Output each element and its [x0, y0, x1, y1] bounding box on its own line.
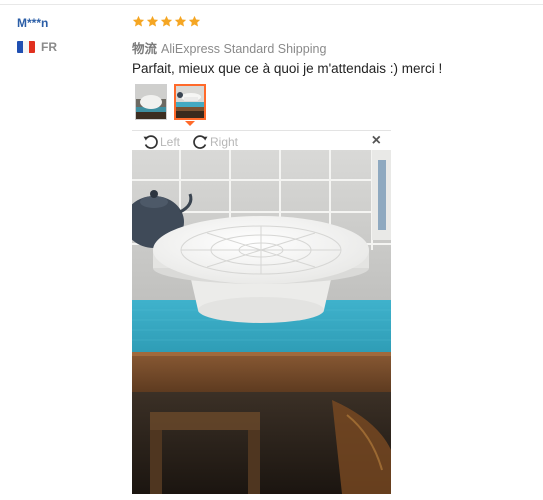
- rotate-right-label: Right: [210, 134, 239, 149]
- cake-turntable-photo: [132, 150, 391, 494]
- shipping-method: AliExpress Standard Shipping: [161, 42, 327, 56]
- review-photo-thumbnail-2[interactable]: [174, 84, 206, 120]
- review-photo-thumbnail-1[interactable]: [135, 84, 167, 120]
- star-icon: [146, 15, 159, 27]
- star-icon: [174, 15, 187, 27]
- top-divider: [0, 4, 543, 5]
- rotate-right-button[interactable]: Right: [192, 133, 238, 150]
- photo-thumbnail-icon: [136, 85, 166, 119]
- country-code: FR: [41, 40, 57, 54]
- star-icon: [188, 15, 201, 27]
- star-icon: [132, 15, 145, 27]
- rotate-right-icon: [193, 135, 208, 149]
- rotate-left-label: Left: [160, 134, 181, 149]
- star-icon: [160, 15, 173, 27]
- image-viewer-toolbar: Left Right ×: [132, 130, 391, 150]
- star-rating: [132, 15, 201, 28]
- selected-thumbnail-pointer: [185, 121, 195, 126]
- rotate-left-button[interactable]: Left: [142, 133, 180, 150]
- shipping-info: 物流 AliExpress Standard Shipping: [132, 38, 326, 57]
- close-viewer-button[interactable]: ×: [372, 131, 381, 151]
- review-text: Parfait, mieux que ce à quoi je m'attend…: [132, 61, 443, 76]
- rotate-left-icon: [143, 135, 158, 149]
- photo-thumbnail-icon: [176, 86, 204, 118]
- review-photo-enlarged: [132, 150, 391, 494]
- shipping-label: 物流: [132, 42, 158, 56]
- reviewer-name[interactable]: M***n: [17, 16, 48, 30]
- reviewer-country: FR: [17, 40, 57, 54]
- france-flag-icon: [17, 41, 35, 53]
